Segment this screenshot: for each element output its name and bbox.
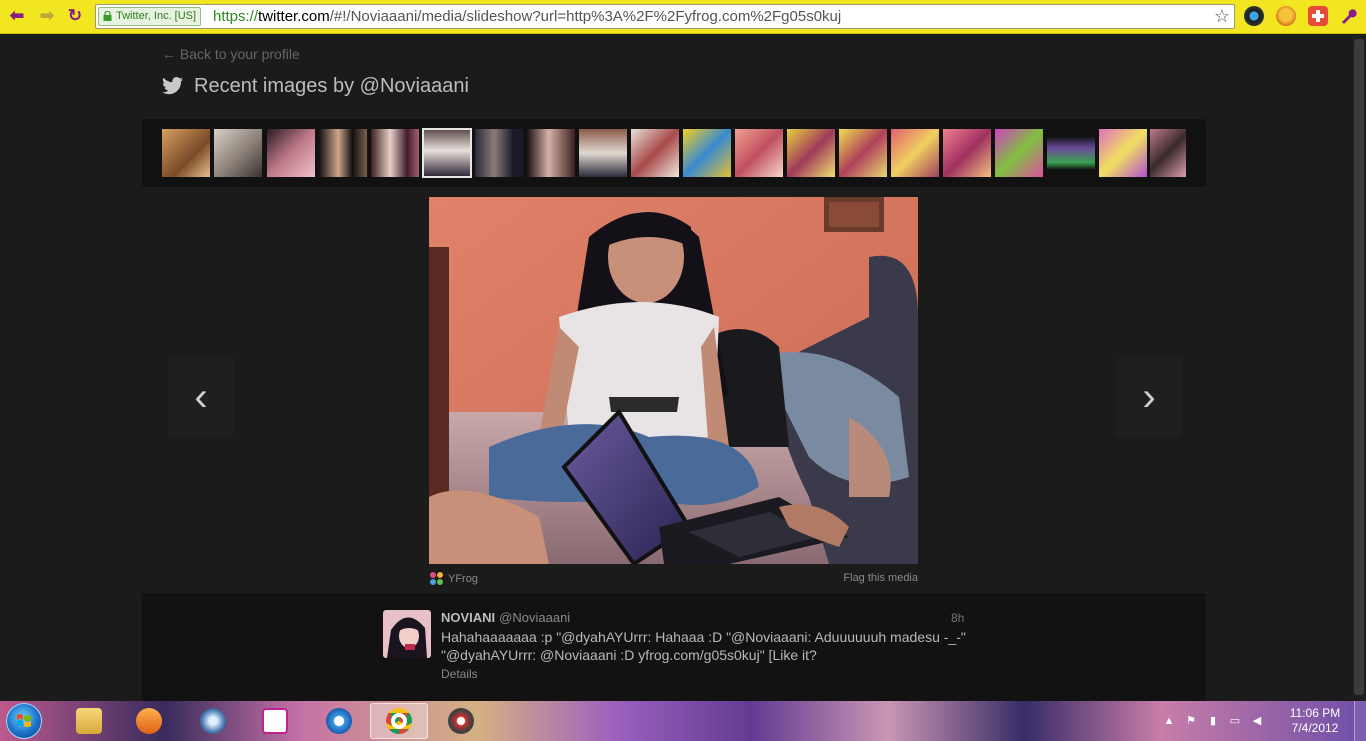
tweet-panel: NOVIANI @Noviaaani 8h Hahahaaaaaaa :p "@d… bbox=[142, 593, 1206, 701]
thumbnail[interactable] bbox=[319, 129, 367, 177]
ev-badge-label: Twitter, Inc. [US] bbox=[116, 10, 197, 22]
network-icon[interactable]: ▭ bbox=[1227, 713, 1243, 729]
browser-toolbar: ⬅ ➡ ↻ Twitter, Inc. [US] https://twitter… bbox=[0, 0, 1366, 34]
next-image-button[interactable]: › bbox=[1116, 357, 1182, 437]
folder-icon bbox=[76, 708, 102, 734]
avatar[interactable] bbox=[383, 610, 431, 658]
show-hidden-icons-icon[interactable]: ▲ bbox=[1161, 713, 1177, 729]
thumbnail[interactable] bbox=[631, 129, 679, 177]
dvd-icon bbox=[200, 708, 226, 734]
twitter-bird-icon bbox=[162, 77, 183, 95]
thumbnail[interactable] bbox=[943, 129, 991, 177]
thumbnail[interactable] bbox=[683, 129, 731, 177]
thumbnail[interactable] bbox=[1150, 129, 1186, 177]
thumbnail[interactable] bbox=[839, 129, 887, 177]
taskbar-picsart[interactable] bbox=[246, 703, 304, 739]
author-name: NOVIANI bbox=[441, 610, 496, 625]
ev-certificate-badge[interactable]: Twitter, Inc. [US] bbox=[98, 7, 202, 26]
forward-arrow-icon[interactable]: ➡ bbox=[36, 5, 58, 27]
thumbnail[interactable] bbox=[579, 129, 627, 177]
taskbar-media-player[interactable] bbox=[120, 703, 178, 739]
taskbar-media-center[interactable] bbox=[432, 703, 490, 739]
tweet-author[interactable]: NOVIANI @Noviaaani bbox=[441, 610, 570, 625]
previous-image-button[interactable]: ‹ bbox=[168, 357, 234, 437]
author-handle: @Noviaaani bbox=[499, 610, 571, 625]
taskbar-explorer[interactable] bbox=[60, 703, 118, 739]
thumbnail[interactable] bbox=[1099, 129, 1147, 177]
windows-logo-icon bbox=[17, 714, 31, 727]
thumbnail[interactable] bbox=[735, 129, 783, 177]
avatar-image bbox=[383, 610, 431, 658]
thumbnail[interactable] bbox=[891, 129, 939, 177]
tweet-details-link[interactable]: Details bbox=[441, 667, 478, 681]
wrench-icon[interactable] bbox=[1338, 6, 1358, 26]
address-bar[interactable]: Twitter, Inc. [US] https://twitter.com/#… bbox=[95, 4, 1235, 29]
extension-camera-icon[interactable] bbox=[1244, 6, 1264, 26]
clock-date: 7/4/2012 bbox=[1291, 721, 1339, 735]
system-clock[interactable]: 11:06 PM 7/4/2012 bbox=[1283, 706, 1347, 736]
yfrog-label: YFrog bbox=[448, 572, 478, 585]
vertical-scrollbar[interactable] bbox=[1352, 35, 1366, 701]
page-title: Recent images by @Noviaaani bbox=[194, 74, 469, 97]
volume-muted-icon[interactable]: ◀ bbox=[1249, 713, 1265, 729]
thumbnail[interactable] bbox=[371, 129, 419, 177]
extension-face-icon[interactable] bbox=[1276, 6, 1296, 26]
tweet-timestamp[interactable]: 8h bbox=[951, 611, 964, 625]
twitter-media-slideshow: ← Back to your profile Recent images by … bbox=[0, 35, 1352, 701]
start-button[interactable] bbox=[6, 703, 42, 739]
taskbar-chrome[interactable] bbox=[370, 703, 428, 739]
photo-illustration bbox=[429, 197, 918, 564]
taskbar-internet-explorer[interactable] bbox=[310, 703, 368, 739]
slideshow-main-photo bbox=[429, 197, 918, 564]
back-to-profile-link[interactable]: ← Back to your profile bbox=[162, 46, 300, 62]
taskbar-dvd-maker[interactable] bbox=[184, 703, 242, 739]
show-desktop-button[interactable] bbox=[1354, 701, 1366, 741]
tweet-text: Hahahaaaaaaa :p "@dyahAYUrrr: Hahaaa :D … bbox=[441, 629, 966, 663]
thumbnail-strip bbox=[142, 119, 1206, 187]
media-center-icon bbox=[448, 708, 474, 734]
url-text[interactable]: https://twitter.com/#!/Noviaaani/media/s… bbox=[213, 8, 841, 26]
thumbnail[interactable] bbox=[995, 129, 1043, 177]
thumbnail[interactable] bbox=[787, 129, 835, 177]
device-icon[interactable]: ▮ bbox=[1205, 713, 1221, 729]
chrome-icon bbox=[386, 708, 412, 734]
scrollbar-thumb[interactable] bbox=[1354, 39, 1364, 695]
lock-icon bbox=[103, 11, 112, 21]
yfrog-source[interactable]: YFrog bbox=[429, 571, 478, 586]
page-heading: Recent images by @Noviaaani bbox=[162, 73, 469, 99]
media-credits: YFrog Flag this media bbox=[429, 571, 918, 585]
internet-explorer-icon bbox=[326, 708, 352, 734]
thumbnail[interactable] bbox=[475, 129, 523, 177]
media-player-icon bbox=[136, 708, 162, 734]
thumbnail[interactable] bbox=[214, 129, 262, 177]
url-host: twitter.com bbox=[258, 8, 330, 25]
plus-icon bbox=[1312, 10, 1324, 22]
thumbnail[interactable] bbox=[527, 129, 575, 177]
yfrog-logo-icon bbox=[430, 572, 443, 585]
picsart-icon bbox=[262, 708, 288, 734]
thumbnail[interactable] bbox=[1047, 129, 1095, 177]
windows-taskbar: ▲ ⚑ ▮ ▭ ◀ 11:06 PM 7/4/2012 bbox=[0, 701, 1366, 741]
thumbnail[interactable] bbox=[267, 129, 315, 177]
thumbnail-selected[interactable] bbox=[422, 128, 472, 178]
extension-plus-icon[interactable] bbox=[1308, 6, 1328, 26]
url-path: /#!/Noviaaani/media/slideshow?url=http%3… bbox=[329, 8, 842, 25]
reload-icon[interactable]: ↻ bbox=[64, 5, 86, 27]
back-arrow-icon[interactable]: ⬅ bbox=[6, 5, 28, 27]
system-tray: ▲ ⚑ ▮ ▭ ◀ bbox=[1158, 701, 1268, 741]
thumbnail[interactable] bbox=[162, 129, 210, 177]
action-center-flag-icon[interactable]: ⚑ bbox=[1183, 713, 1199, 729]
url-scheme: https:// bbox=[213, 8, 259, 25]
flag-media-link[interactable]: Flag this media bbox=[843, 572, 918, 584]
clock-time: 11:06 PM bbox=[1289, 706, 1341, 720]
bookmark-star-icon[interactable]: ☆ bbox=[1214, 6, 1230, 26]
